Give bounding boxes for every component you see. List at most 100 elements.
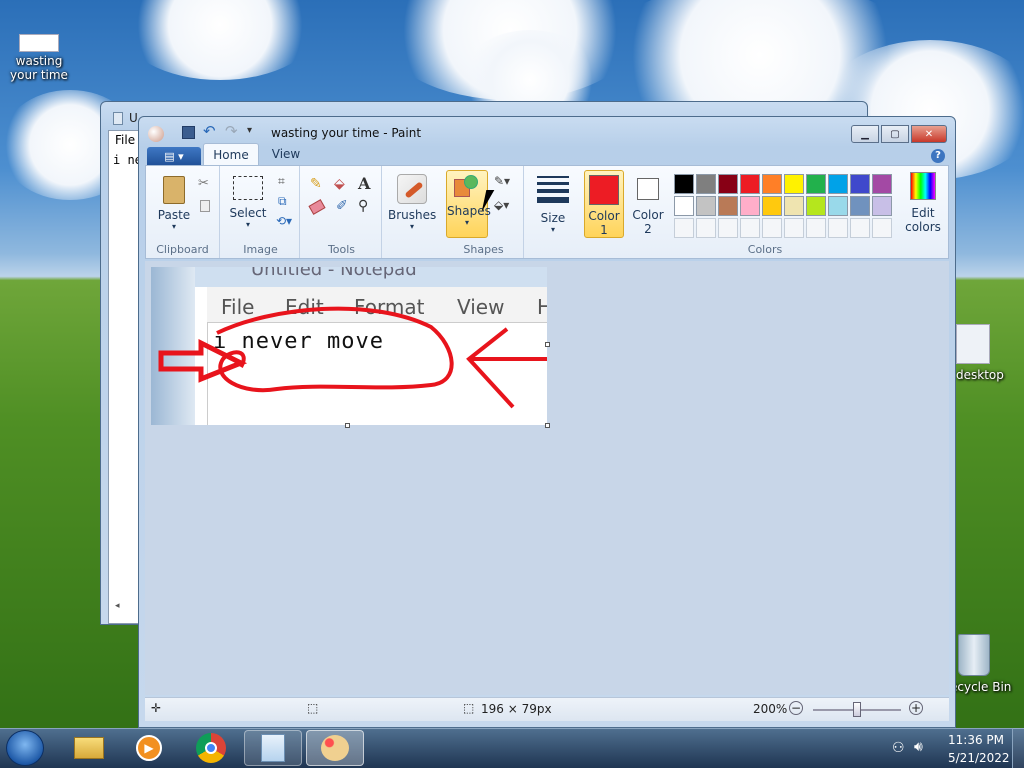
fill-icon[interactable]: ⬙ [334, 176, 345, 192]
canvas[interactable]: Untitled - Notepad File Edit Format View… [151, 267, 547, 425]
palette-swatch[interactable] [762, 174, 782, 194]
size-label: Size [540, 211, 566, 225]
palette-swatch[interactable] [696, 218, 716, 238]
palette-swatch[interactable] [718, 196, 738, 216]
select-button[interactable]: Select ▾ [226, 172, 270, 229]
shapes-icon [454, 175, 480, 201]
desktop-icon-desktop[interactable]: desktop [950, 324, 1024, 382]
canvas-area[interactable]: Untitled - Notepad File Edit Format View… [145, 261, 949, 695]
recycle-bin-icon [958, 634, 990, 676]
desktop-icon-wasting-your-time[interactable]: wasting your time [2, 34, 76, 82]
taskbar-chrome[interactable] [182, 730, 240, 766]
palette-swatch[interactable] [740, 174, 760, 194]
desktop-icon-recycle-bin[interactable]: ecycle Bin [950, 634, 1024, 694]
eraser-icon[interactable] [308, 199, 326, 215]
help-icon[interactable]: ? [931, 149, 945, 163]
scroll-left-icon[interactable]: ◂ [115, 601, 120, 611]
clock-time[interactable]: 11:36 PM [948, 733, 1004, 747]
taskbar-explorer[interactable] [60, 730, 118, 766]
copy-icon[interactable] [200, 200, 210, 212]
paste-button[interactable]: Paste ▾ [154, 172, 194, 231]
tab-home[interactable]: Home [203, 143, 259, 165]
close-button[interactable]: ✕ [911, 125, 947, 143]
clock-date[interactable]: 5/21/2022 [948, 751, 1010, 765]
network-icon[interactable]: ⚇ [892, 740, 905, 756]
brushes-button[interactable]: Brushes ▾ [388, 172, 436, 231]
palette-swatch[interactable] [850, 218, 870, 238]
palette-swatch[interactable] [696, 174, 716, 194]
paint-window[interactable]: ↶ ↷ ▾ wasting your time - Paint ▁ ▢ ✕ ▤ … [138, 116, 956, 728]
zoom-out-button[interactable]: − [789, 701, 803, 715]
zoom-slider-thumb[interactable] [853, 702, 861, 717]
resize-handle-right[interactable] [545, 342, 550, 347]
fill-shape-icon[interactable]: ⬙▾ [494, 198, 509, 212]
magnifier-icon[interactable]: ⚲ [358, 198, 368, 214]
resize-handle-corner[interactable] [545, 423, 550, 428]
palette-swatch[interactable] [828, 218, 848, 238]
selection-size: 196 × 79px [481, 702, 552, 716]
palette-swatch[interactable] [784, 218, 804, 238]
edit-colors-button[interactable]: Edit colors [900, 170, 946, 234]
palette-swatch[interactable] [674, 218, 694, 238]
palette-swatch[interactable] [674, 196, 694, 216]
crop-icon[interactable]: ⌗ [278, 174, 285, 189]
palette-swatch[interactable] [674, 174, 694, 194]
palette-swatch[interactable] [718, 174, 738, 194]
palette-swatch[interactable] [806, 218, 826, 238]
minimize-button[interactable]: ▁ [851, 125, 879, 143]
color1-swatch [589, 175, 619, 205]
show-desktop-button[interactable] [1012, 728, 1024, 768]
taskbar-media-player[interactable]: ▶ [120, 730, 178, 766]
palette-swatch[interactable] [828, 174, 848, 194]
palette-swatch[interactable] [850, 196, 870, 216]
color-picker-icon[interactable]: ✐ [336, 198, 348, 214]
redo-icon[interactable]: ↷ [225, 122, 238, 140]
taskbar-paint[interactable] [306, 730, 364, 766]
palette-swatch[interactable] [872, 174, 892, 194]
resize-icon[interactable]: ⧉ [278, 194, 287, 209]
size-button[interactable]: Size ▾ [532, 174, 574, 234]
start-button[interactable] [6, 730, 44, 766]
document-icon [19, 34, 59, 52]
rotate-icon[interactable]: ⟲▾ [276, 214, 292, 228]
palette-swatch[interactable] [696, 196, 716, 216]
palette-swatch[interactable] [828, 196, 848, 216]
palette-swatch[interactable] [806, 196, 826, 216]
tab-view[interactable]: View [263, 143, 309, 165]
palette-swatch[interactable] [784, 196, 804, 216]
paint-app-icon[interactable] [148, 126, 164, 142]
zoom-slider[interactable] [813, 702, 901, 717]
palette-swatch[interactable] [872, 218, 892, 238]
volume-icon[interactable]: 🔊︎ [914, 739, 923, 755]
color1-button[interactable]: Color 1 [584, 170, 624, 238]
palette-swatch[interactable] [762, 196, 782, 216]
palette-swatch[interactable] [806, 174, 826, 194]
group-image: Select ▾ ⌗ ⧉ ⟲▾ Image [222, 166, 300, 258]
taskbar-notepad[interactable] [244, 730, 302, 766]
palette-swatch[interactable] [872, 196, 892, 216]
palette-swatch[interactable] [740, 196, 760, 216]
undo-icon[interactable]: ↶ [203, 122, 216, 140]
palette-swatch[interactable] [740, 218, 760, 238]
cut-icon[interactable]: ✂ [198, 176, 209, 191]
image-size-icon: ⬚ [463, 701, 475, 715]
quick-save-icon[interactable] [182, 126, 195, 139]
palette-swatch[interactable] [784, 174, 804, 194]
text-icon[interactable]: A [358, 174, 370, 193]
file-menu-button[interactable]: ▤ ▾ [147, 147, 201, 166]
notepad-menu-file[interactable]: File [115, 133, 135, 147]
color2-button[interactable]: Color 2 [628, 170, 668, 238]
outline-icon[interactable]: ✎▾ [494, 174, 510, 188]
zoom-in-button[interactable]: + [909, 701, 923, 715]
palette-swatch[interactable] [850, 174, 870, 194]
maximize-button[interactable]: ▢ [881, 125, 909, 143]
resize-handle-bottom[interactable] [345, 423, 350, 428]
palette-swatch[interactable] [762, 218, 782, 238]
palette-swatch[interactable] [718, 218, 738, 238]
chrome-icon [196, 733, 226, 763]
ribbon: Paste ▾ ✂ Clipboard Select ▾ ⌗ ⧉ ⟲▾ Imag… [145, 165, 949, 259]
shapes-button[interactable]: Shapes ▾ [446, 170, 491, 238]
customize-qat-icon[interactable]: ▾ [247, 125, 252, 136]
pencil-icon[interactable]: ✎ [310, 176, 322, 192]
desktop-icon-label: desktop [956, 368, 1004, 382]
